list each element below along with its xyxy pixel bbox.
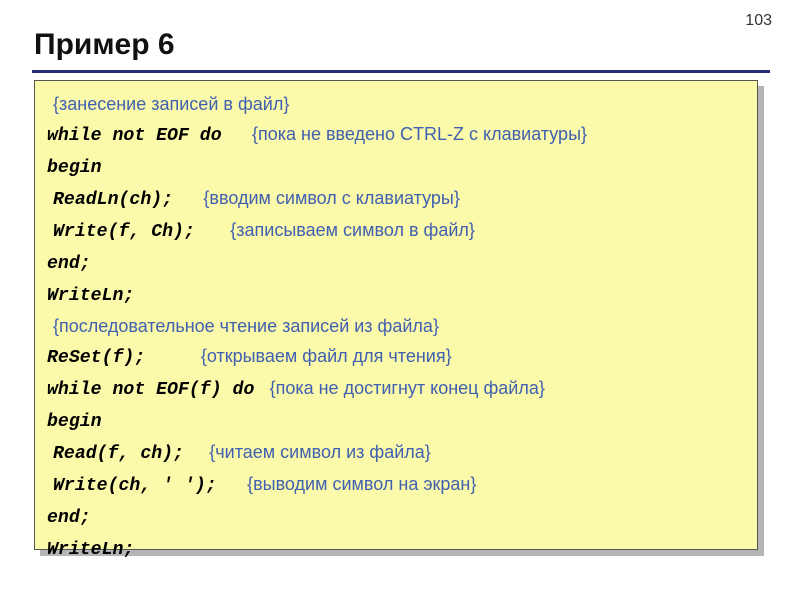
code-line: WriteLn; [43, 533, 749, 565]
code-text: end; [47, 508, 91, 528]
code-line: while not EOF(f) do {пока не достигнут к… [43, 373, 749, 405]
code-comment: {последовательное чтение записей из файл… [53, 316, 439, 336]
code-line: Write(f, Ch); {записываем символ в файл} [43, 215, 749, 247]
code-comment: {пока не достигнут конец файла} [270, 378, 545, 398]
code-text: Write(f, Ch); [53, 222, 195, 242]
code-text: begin [47, 158, 102, 178]
code-line: Write(ch, ' '); {выводим символ на экран… [43, 469, 749, 501]
code-text: begin [47, 412, 102, 432]
code-text: Write(ch, ' '); [53, 476, 217, 496]
code-text: ReadLn(ch); [53, 190, 173, 210]
code-line: Read(f, ch); {читаем символ из файла} [43, 437, 749, 469]
code-text: WriteLn; [47, 286, 134, 306]
slide-title: Пример 6 [34, 28, 175, 62]
code-comment: {выводим символ на экран} [247, 474, 476, 494]
code-line: end; [43, 247, 749, 279]
code-text: while not EOF(f) do [47, 380, 254, 400]
code-line: end; [43, 501, 749, 533]
code-text: Read(f, ch); [53, 444, 184, 464]
title-underline [32, 70, 770, 73]
code-line: WriteLn; [43, 279, 749, 311]
code-comment: {пока не введено CTRL-Z с клавиатуры} [252, 124, 587, 144]
code-text: ReSet(f); [47, 348, 145, 368]
code-comment: {занесение записей в файл} [53, 94, 289, 114]
code-line: ReadLn(ch); {вводим символ с клавиатуры} [43, 183, 749, 215]
code-line: ReSet(f); {открываем файл для чтения} [43, 341, 749, 373]
code-line: {занесение записей в файл} [43, 89, 749, 119]
code-text: end; [47, 254, 91, 274]
code-line: while not EOF do {пока не введено CTRL-Z… [43, 119, 749, 151]
code-comment: {вводим символ с клавиатуры} [203, 188, 459, 208]
code-comment: {читаем символ из файла} [209, 442, 431, 462]
code-box: {занесение записей в файл} while not EOF… [34, 80, 758, 550]
page-number: 103 [745, 12, 772, 30]
code-text: WriteLn; [47, 540, 134, 560]
code-line: begin [43, 151, 749, 183]
code-comment: {открываем файл для чтения} [201, 346, 452, 366]
code-line: {последовательное чтение записей из файл… [43, 311, 749, 341]
code-comment: {записываем символ в файл} [230, 220, 475, 240]
code-line: begin [43, 405, 749, 437]
code-text: while not EOF do [47, 126, 222, 146]
